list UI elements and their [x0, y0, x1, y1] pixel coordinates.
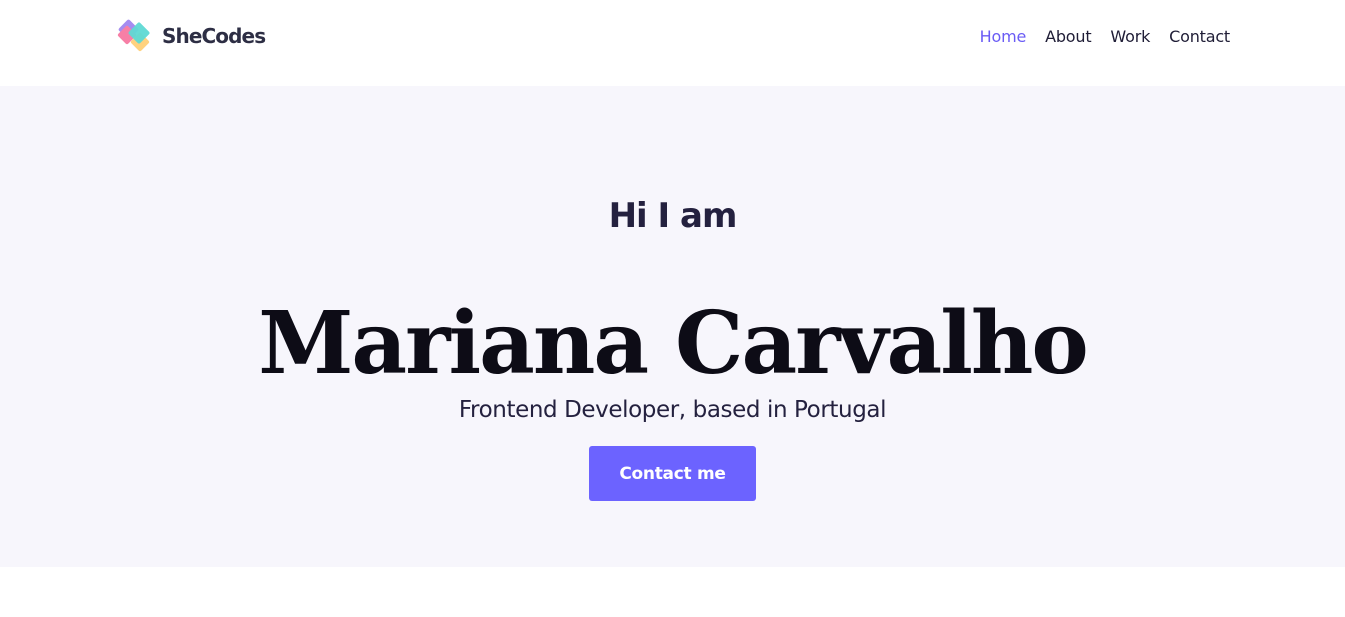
contact-me-button[interactable]: Contact me	[589, 446, 756, 501]
nav-link-about[interactable]: About	[1045, 25, 1092, 49]
navbar: SheCodes Home About Work Contact	[0, 0, 1345, 86]
nav-link-home[interactable]: Home	[980, 25, 1027, 49]
main-nav: Home About Work Contact	[980, 25, 1231, 49]
hero-subtitle: Frontend Developer, based in Portugal	[458, 397, 887, 423]
logo-text: SheCodes	[162, 24, 266, 48]
nav-link-work[interactable]: Work	[1110, 25, 1150, 49]
hero-section: Hi I am Mariana Carvalho Frontend Develo…	[0, 86, 1345, 567]
shecodes-logo-icon	[117, 19, 150, 52]
shecodes-logo[interactable]: SheCodes	[116, 16, 266, 56]
hero-greeting: Hi I am	[608, 196, 738, 237]
nav-link-contact[interactable]: Contact	[1169, 25, 1230, 49]
hero-name: Mariana Carvalho	[258, 292, 1089, 394]
